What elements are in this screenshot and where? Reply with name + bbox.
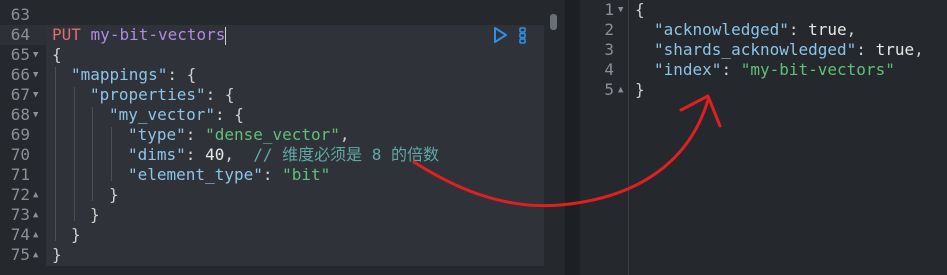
line-number: 66 bbox=[10, 65, 30, 84]
fold-open-icon[interactable]: ▼ bbox=[33, 45, 38, 65]
code-line: "acknowledged": true, bbox=[654, 20, 856, 40]
line-number: 2 bbox=[604, 20, 614, 39]
json-string: "my-bit-vectors" bbox=[740, 60, 895, 79]
code-line[interactable]: } bbox=[71, 225, 81, 245]
request-editor[interactable]: 63 64 65 66 67 68 69 70 71 72 73 74 75 ▼… bbox=[0, 0, 565, 275]
json-punct: : bbox=[788, 20, 809, 39]
json-key: "acknowledged" bbox=[654, 20, 789, 39]
request-path: my-bit-vectors bbox=[90, 25, 226, 44]
line-number: 64 bbox=[10, 25, 30, 44]
line-number: 72 bbox=[10, 185, 30, 204]
code-line: { bbox=[635, 0, 645, 19]
json-key: "my_vector" bbox=[109, 105, 215, 124]
json-punct: , bbox=[914, 40, 924, 59]
line-number: 74 bbox=[10, 225, 30, 244]
line-number: 5 bbox=[604, 80, 614, 99]
http-method: PUT bbox=[52, 25, 81, 44]
code-line[interactable]: "properties": { bbox=[90, 85, 235, 105]
line-number: 71 bbox=[10, 165, 30, 184]
json-key: "index" bbox=[654, 60, 722, 79]
code-line[interactable]: "element_type": "bit" bbox=[128, 165, 330, 185]
json-key: "type" bbox=[128, 125, 186, 144]
json-number: 40 bbox=[205, 145, 225, 164]
line-number: 1 bbox=[604, 0, 614, 19]
gutter-divider bbox=[628, 0, 629, 275]
json-punct: : { bbox=[167, 65, 197, 84]
code-line[interactable]: } bbox=[109, 185, 119, 205]
json-key: "shards_acknowledged" bbox=[654, 40, 857, 59]
json-string: "dense_vector" bbox=[205, 125, 340, 144]
fold-close-icon[interactable]: ▲ bbox=[618, 80, 623, 100]
json-key: "properties" bbox=[90, 85, 206, 104]
code-line[interactable]: "mappings": { bbox=[71, 65, 196, 85]
line-number: 75 bbox=[10, 245, 30, 264]
json-punct: : bbox=[721, 60, 741, 79]
line-number: 3 bbox=[604, 40, 614, 59]
line-number: 68 bbox=[10, 105, 30, 124]
indent-guide bbox=[111, 127, 112, 181]
text-cursor bbox=[225, 26, 227, 45]
code-line[interactable]: { bbox=[52, 45, 62, 65]
line-number: 63 bbox=[10, 5, 30, 24]
json-punct: : bbox=[185, 145, 206, 164]
fold-close-icon[interactable]: ▲ bbox=[33, 205, 38, 225]
line-number: 4 bbox=[604, 60, 614, 79]
json-boolean: true bbox=[875, 40, 915, 59]
line-number: 65 bbox=[10, 45, 30, 64]
code-line: "shards_acknowledged": true, bbox=[654, 40, 924, 60]
fold-close-icon[interactable]: ▲ bbox=[33, 185, 38, 205]
code-line: "index": "my-bit-vectors" bbox=[654, 60, 895, 80]
code-line[interactable]: "type": "dense_vector", bbox=[128, 125, 350, 145]
code-comment: // 维度必须是 8 的倍数 bbox=[253, 145, 440, 164]
json-boolean: true bbox=[808, 20, 847, 39]
code-line[interactable]: "my_vector": { bbox=[109, 105, 244, 125]
line-number: 69 bbox=[10, 125, 30, 144]
line-number: 67 bbox=[10, 85, 30, 104]
request-line[interactable]: PUT my-bit-vectors bbox=[52, 25, 227, 45]
json-punct: : { bbox=[214, 105, 244, 124]
json-punct: : bbox=[185, 125, 206, 144]
indent-guide bbox=[55, 67, 56, 241]
line-number: 70 bbox=[10, 145, 30, 164]
indent-guide bbox=[92, 107, 93, 201]
fold-close-icon[interactable]: ▲ bbox=[33, 245, 38, 265]
pane-divider[interactable] bbox=[565, 0, 580, 275]
json-key: "dims" bbox=[128, 145, 186, 164]
fold-open-icon[interactable]: ▼ bbox=[33, 105, 38, 125]
code-line[interactable]: } bbox=[52, 245, 62, 265]
response-viewer[interactable]: 1 2 3 4 5 ▼ ▲ { "acknowledged": true, "s… bbox=[580, 0, 947, 275]
json-punct: : bbox=[262, 165, 283, 184]
json-key: "mappings" bbox=[71, 65, 168, 84]
code-line[interactable]: } bbox=[90, 205, 100, 225]
json-punct: , bbox=[224, 145, 254, 164]
play-icon[interactable] bbox=[490, 25, 510, 45]
fold-close-icon[interactable]: ▲ bbox=[33, 225, 38, 245]
line-number: 73 bbox=[10, 205, 30, 224]
json-punct: , bbox=[339, 125, 350, 144]
fold-open-icon[interactable]: ▼ bbox=[33, 65, 38, 85]
code-line: } bbox=[635, 80, 645, 99]
json-string: "bit" bbox=[282, 165, 331, 184]
editor-scrollbar[interactable] bbox=[550, 14, 557, 30]
json-punct: : { bbox=[205, 85, 235, 104]
settings-menu-icon[interactable] bbox=[516, 25, 532, 45]
json-punct: : bbox=[856, 40, 876, 59]
json-key: "element_type" bbox=[128, 165, 263, 184]
code-line[interactable]: "dims": 40, // 维度必须是 8 的倍数 bbox=[128, 145, 439, 165]
fold-open-icon[interactable]: ▼ bbox=[618, 0, 623, 20]
json-punct: , bbox=[846, 20, 857, 39]
fold-open-icon[interactable]: ▼ bbox=[33, 85, 38, 105]
indent-guide bbox=[74, 87, 75, 221]
